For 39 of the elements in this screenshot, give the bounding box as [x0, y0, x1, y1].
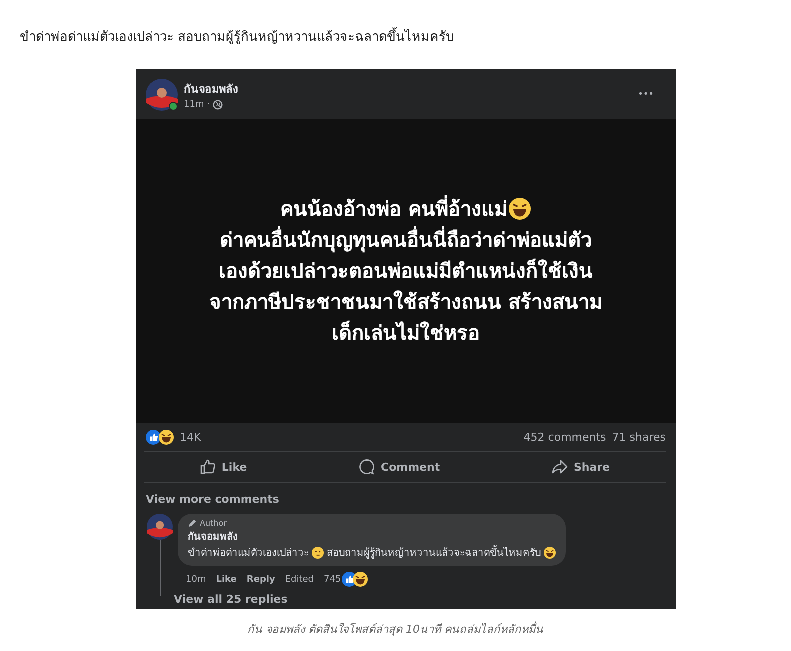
view-more-comments-link[interactable]: View more comments — [136, 483, 290, 510]
comment-text: ขำด่าพ่อด่าแม่ตัวเองเปล่าวะ — [188, 546, 309, 560]
article-headline: ขำด่าพ่อด่าแม่ตัวเองเปล่าวะ สอบถามผู้รู้กินหญ้าหวานแล้วจะฉลาดขึ้นไหมครับ — [20, 26, 791, 47]
comment-author[interactable]: กันจอมพลัง — [188, 529, 556, 544]
reply-link[interactable]: Reply — [246, 574, 276, 584]
comment-time: 10m — [186, 574, 206, 584]
post-text-line: เด็กเล่นไม่ใช่หรอ — [332, 320, 480, 346]
like-button[interactable]: Like — [188, 452, 260, 482]
avatar-icon — [146, 78, 178, 110]
globe-icon — [212, 100, 223, 110]
edited-label: Edited — [285, 574, 314, 584]
post-text-line: เองด้วยเปล่าวะตอนพ่อแม่มีตำแหน่งก็ใช้เงิน — [219, 258, 593, 284]
more-options-button[interactable]: ••• — [638, 90, 654, 100]
author-name[interactable]: กันจอมพลัง — [184, 80, 632, 98]
post-text-line: จากภาษีประชาชนมาใช้สร้างถนน สร้างสนาม — [210, 288, 602, 316]
like-link[interactable]: Like — [216, 574, 237, 584]
reaction-count[interactable]: 14K — [180, 431, 202, 444]
post-text-line: คนน้องอ้างพ่อ คนพี่อ้างแม่ — [280, 194, 508, 222]
image-caption: กัน จอมพลัง ตัดสินใจโพสต์ล่าสุด 10นาที คนถล่มไลก์หลักหมื่น — [246, 620, 544, 638]
post-text-line: ด่าคนอื่นนักบุญทุนคนอื่นนี่ถือว่าด่าพ่อแม่ตัว — [220, 225, 592, 255]
reaction-count[interactable]: 745 — [324, 574, 342, 584]
post-time: 11m · — [184, 100, 210, 110]
share-count[interactable]: 71 shares — [612, 431, 666, 444]
view-replies-link[interactable]: View all 25 replies — [174, 587, 288, 606]
thumbs-up-icon — [200, 459, 216, 475]
comment-text: สอบถามผู้รู้กินหญ้าหวานแล้วจะฉลาดขึ้นไหมครับ — [327, 545, 541, 560]
laughing-emoji-icon — [544, 546, 556, 558]
share-arrow-icon — [552, 459, 568, 475]
like-reaction-icon — [146, 430, 161, 445]
pen-icon — [188, 519, 197, 528]
author-label: Author — [200, 519, 227, 528]
comment-count[interactable]: 452 comments — [524, 431, 606, 444]
thinking-emoji-icon — [312, 546, 324, 558]
laughing-reaction-icon — [159, 430, 174, 445]
avatar-icon — [147, 514, 173, 540]
share-button[interactable]: Share — [540, 452, 622, 482]
speech-bubble-icon — [359, 459, 376, 475]
laughing-reaction-icon — [353, 572, 368, 587]
comment-button[interactable]: Comment — [347, 452, 452, 482]
